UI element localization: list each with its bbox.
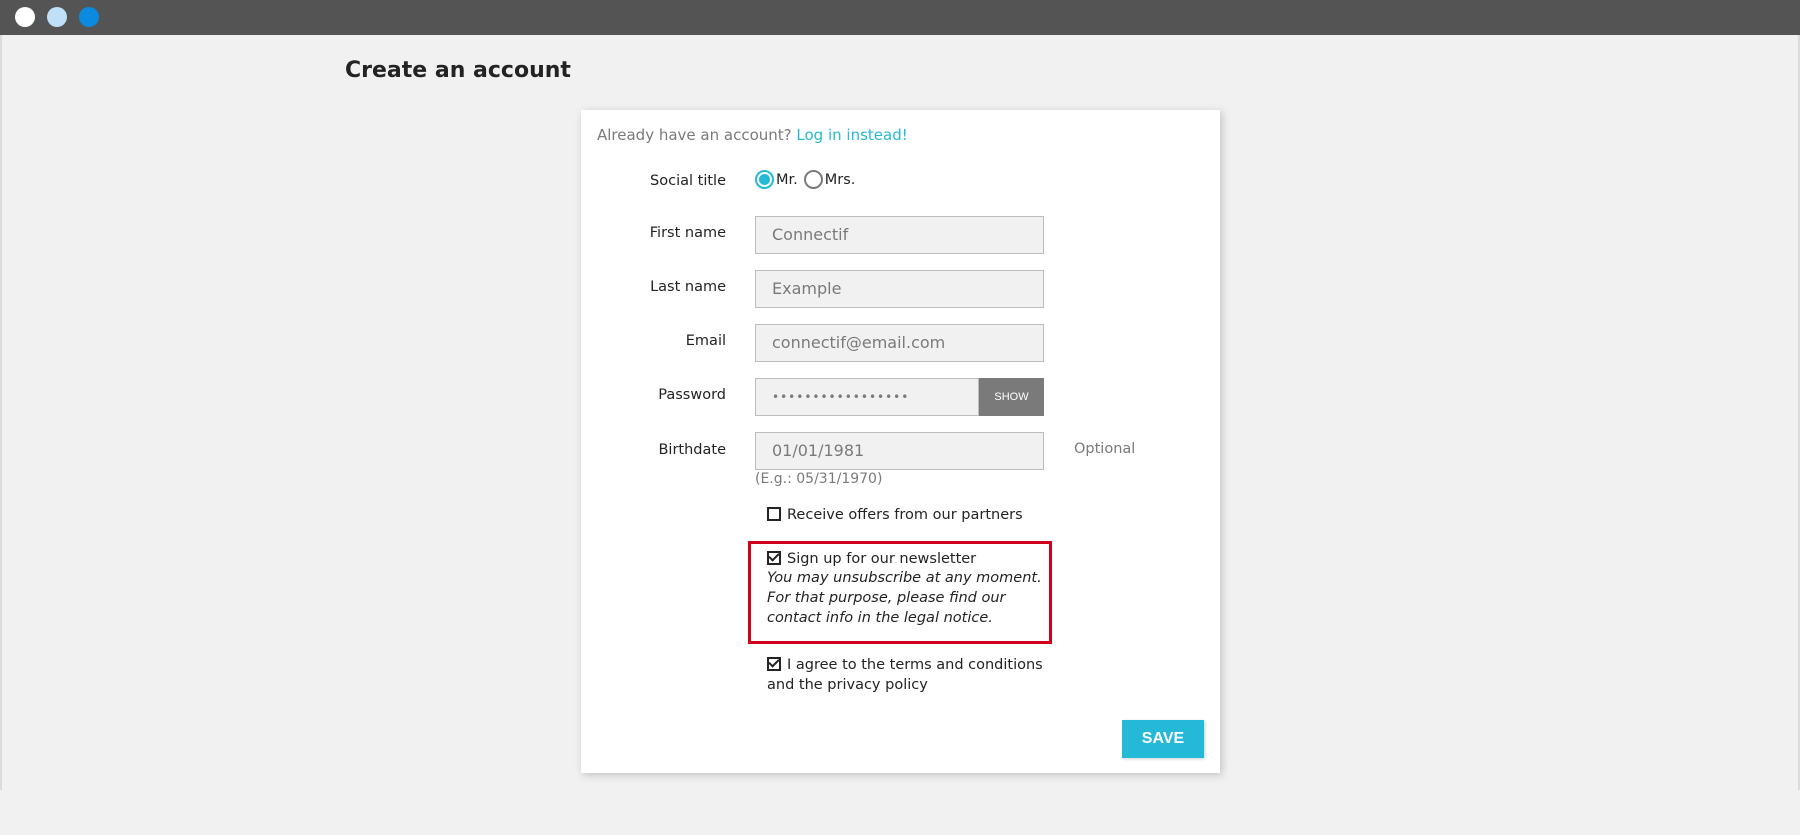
social-title-group: Mr. Mrs. bbox=[755, 170, 861, 189]
save-button[interactable]: SAVE bbox=[1122, 720, 1204, 758]
maximize-window-icon[interactable] bbox=[79, 7, 99, 27]
login-prompt: Already have an account? Log in instead! bbox=[597, 126, 908, 144]
password-label: Password bbox=[658, 387, 726, 403]
birthdate-hint: (E.g.: 05/31/1970) bbox=[755, 471, 883, 487]
window-edge-left bbox=[0, 35, 2, 790]
offers-checkbox[interactable] bbox=[767, 507, 781, 521]
newsletter-note: You may unsubscribe at any moment. For t… bbox=[767, 570, 1042, 626]
offers-label[interactable]: Receive offers from our partners bbox=[787, 507, 1023, 523]
newsletter-label[interactable]: Sign up for our newsletter bbox=[787, 551, 976, 567]
radio-mr-label[interactable]: Mr. bbox=[776, 172, 798, 188]
birthdate-optional: Optional bbox=[1074, 441, 1136, 457]
social-title-label: Social title bbox=[650, 173, 726, 189]
show-password-button[interactable]: SHOW bbox=[979, 378, 1044, 416]
offers-row: Receive offers from our partners bbox=[767, 507, 1023, 523]
window-titlebar bbox=[0, 0, 1800, 35]
first-name-label: First name bbox=[649, 225, 726, 241]
newsletter-row: Sign up for our newsletter You may unsub… bbox=[767, 551, 1047, 628]
last-name-label: Last name bbox=[650, 279, 726, 295]
email-input[interactable]: connectif@email.com bbox=[755, 324, 1044, 362]
first-name-input[interactable]: Connectif bbox=[755, 216, 1044, 254]
login-link[interactable]: Log in instead! bbox=[796, 126, 907, 144]
minimize-window-icon[interactable] bbox=[47, 7, 67, 27]
terms-row: I agree to the terms and conditions and … bbox=[767, 655, 1047, 695]
newsletter-checkbox[interactable] bbox=[767, 551, 781, 565]
radio-mrs-label[interactable]: Mrs. bbox=[825, 172, 856, 188]
last-name-input[interactable]: Example bbox=[755, 270, 1044, 308]
birthdate-input[interactable]: 01/01/1981 bbox=[755, 432, 1044, 470]
email-label: Email bbox=[685, 333, 726, 349]
close-window-icon[interactable] bbox=[15, 7, 35, 27]
registration-card: Already have an account? Log in instead!… bbox=[581, 110, 1220, 773]
terms-label[interactable]: I agree to the terms and conditions and … bbox=[767, 657, 1043, 693]
radio-mrs[interactable] bbox=[803, 170, 823, 189]
terms-checkbox[interactable] bbox=[767, 657, 781, 671]
radio-mr[interactable] bbox=[755, 170, 774, 189]
page-title: Create an account bbox=[345, 58, 571, 83]
password-input[interactable]: ••••••••••••••••• bbox=[755, 378, 979, 416]
login-prompt-text: Already have an account? bbox=[597, 126, 792, 144]
birthdate-label: Birthdate bbox=[658, 442, 726, 458]
